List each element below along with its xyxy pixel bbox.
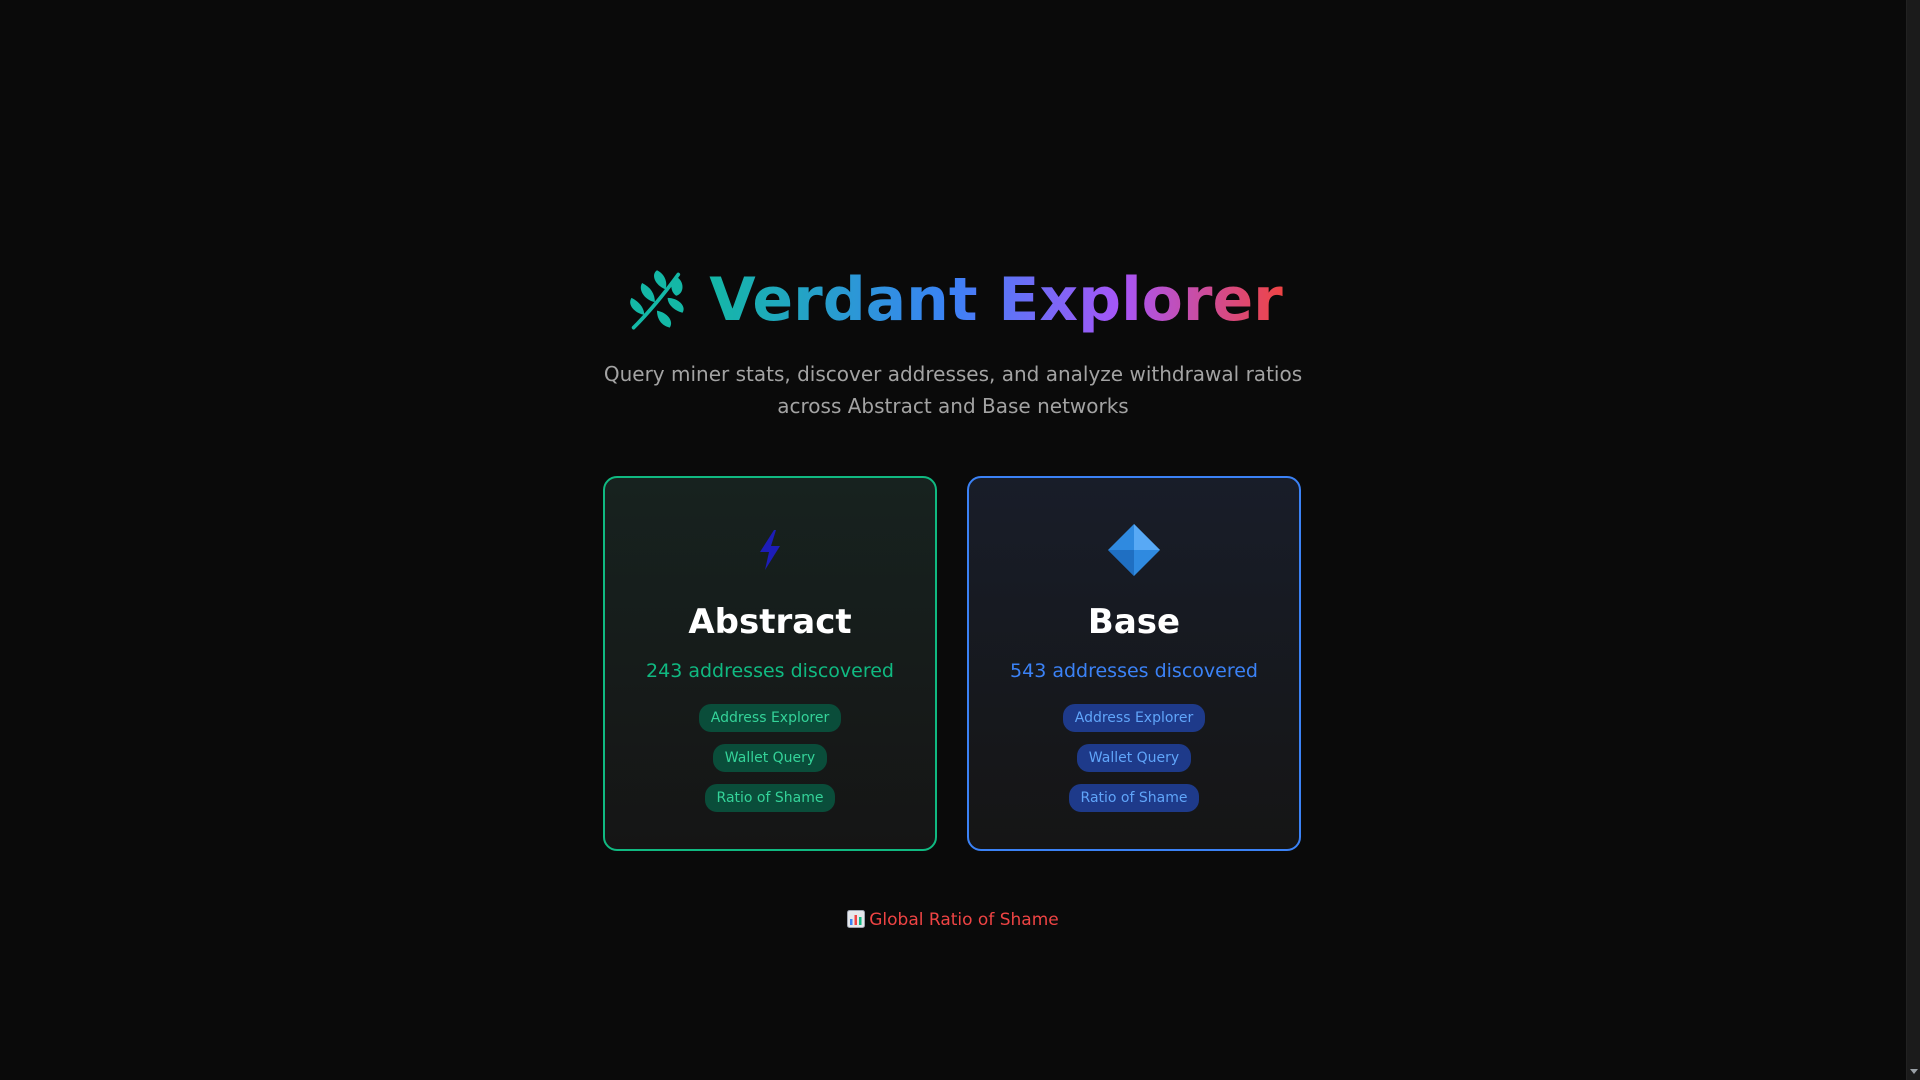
page-title: Verdant Explorer bbox=[623, 260, 1283, 340]
global-link-label: Global Ratio of Shame bbox=[869, 910, 1059, 930]
lightning-icon bbox=[756, 522, 784, 578]
bar-chart-icon bbox=[847, 910, 866, 928]
network-name: Abstract bbox=[688, 602, 852, 642]
base-card[interactable]: Base 543 addresses discovered Address Ex… bbox=[967, 476, 1301, 851]
page-subtitle: Query miner stats, discover addresses, a… bbox=[603, 362, 1303, 418]
abstract-card[interactable]: Abstract 243 addresses discovered Addres… bbox=[603, 476, 937, 851]
leaf-icon bbox=[630, 270, 684, 330]
wallet-query-link[interactable]: Wallet Query bbox=[1076, 744, 1192, 772]
scroll-down-arrow-icon[interactable] bbox=[1910, 1069, 1918, 1074]
hero: Verdant Explorer Query miner stats, disc… bbox=[0, 260, 1906, 422]
network-links: Address Explorer Wallet Query Ratio of S… bbox=[698, 704, 842, 812]
address-count: 243 addresses discovered bbox=[646, 660, 894, 682]
app-title: Verdant Explorer bbox=[709, 260, 1282, 340]
network-name: Base bbox=[1087, 602, 1181, 642]
page: Verdant Explorer Query miner stats, disc… bbox=[0, 0, 1920, 1080]
blue-diamond-icon bbox=[1105, 522, 1163, 578]
address-count: 543 addresses discovered bbox=[1010, 660, 1258, 682]
network-links: Address Explorer Wallet Query Ratio of S… bbox=[1062, 704, 1206, 812]
global-ratio-of-shame-link[interactable]: Global Ratio of Shame bbox=[0, 910, 1906, 930]
wallet-query-link[interactable]: Wallet Query bbox=[712, 744, 828, 772]
ratio-of-shame-link[interactable]: Ratio of Shame bbox=[704, 784, 836, 812]
address-explorer-link[interactable]: Address Explorer bbox=[1062, 704, 1206, 732]
address-explorer-link[interactable]: Address Explorer bbox=[698, 704, 842, 732]
network-cards: Abstract 243 addresses discovered Addres… bbox=[603, 476, 1301, 851]
scrollbar[interactable] bbox=[1906, 0, 1920, 1080]
ratio-of-shame-link[interactable]: Ratio of Shame bbox=[1068, 784, 1200, 812]
